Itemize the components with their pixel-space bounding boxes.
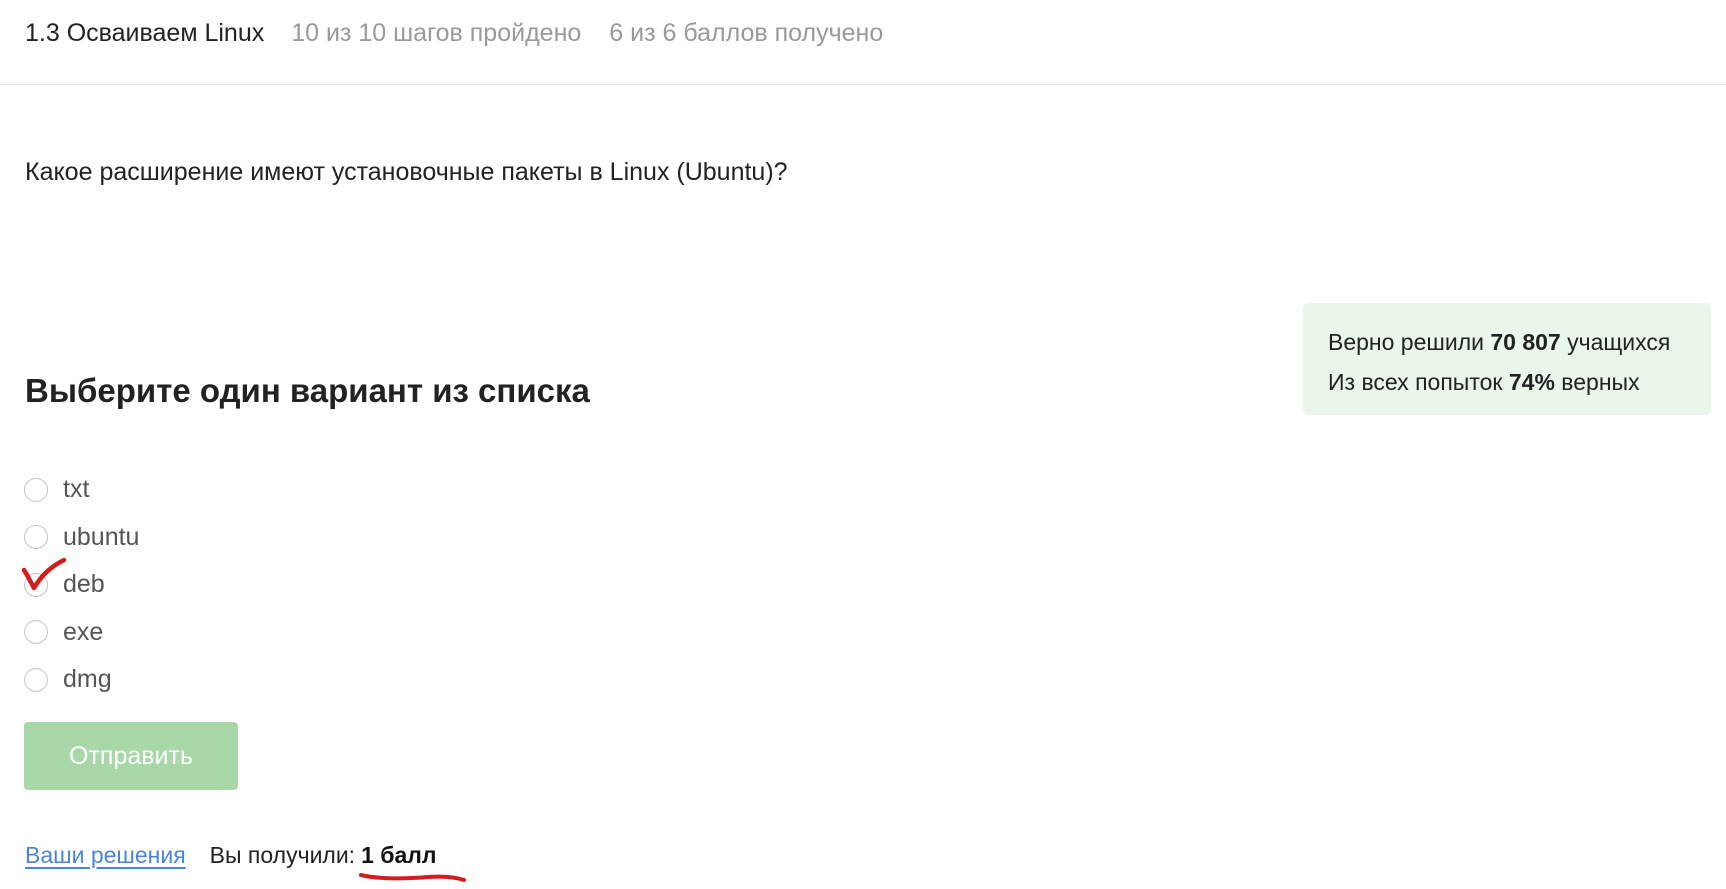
option-deb[interactable]: deb bbox=[24, 561, 139, 609]
underline-annotation-icon bbox=[359, 873, 466, 882]
submit-button[interactable]: Отправить bbox=[24, 722, 238, 790]
stats-card: Верно решили 70 807 учащихся Из всех поп… bbox=[1303, 303, 1711, 415]
result-label: Вы получили: bbox=[209, 842, 356, 868]
option-label: txt bbox=[63, 475, 90, 504]
quiz-heading: Выберите один вариант из списка bbox=[25, 372, 590, 409]
option-ubuntu[interactable]: ubuntu bbox=[24, 514, 139, 562]
solved-prefix: Верно решили bbox=[1328, 329, 1484, 355]
header-row: 1.3 Осваиваем Linux 10 из 10 шагов пройд… bbox=[25, 19, 883, 48]
attempts-percent: 74% bbox=[1508, 369, 1555, 395]
solved-stat: Верно решили 70 807 учащихся bbox=[1328, 322, 1711, 362]
option-label: dmg bbox=[63, 665, 112, 694]
your-solutions-link[interactable]: Ваши решения bbox=[25, 842, 186, 869]
option-label: exe bbox=[63, 617, 104, 646]
lesson-header: 1.3 Осваиваем Linux 10 из 10 шагов пройд… bbox=[0, 0, 1726, 85]
result-row: Ваши решения Вы получили: 1 балл bbox=[25, 842, 436, 869]
radio-button[interactable] bbox=[24, 477, 48, 502]
option-txt[interactable]: txt bbox=[24, 466, 139, 514]
attempts-prefix: Из всех попыток bbox=[1328, 369, 1503, 395]
options-list: txt ubuntu deb exe dmg bbox=[24, 466, 139, 704]
radio-button[interactable] bbox=[24, 620, 48, 645]
option-dmg[interactable]: dmg bbox=[24, 656, 139, 704]
solved-count: 70 807 bbox=[1490, 329, 1561, 355]
attempts-stat: Из всех попыток 74% верных bbox=[1328, 362, 1711, 402]
radio-button[interactable] bbox=[24, 572, 48, 597]
option-exe[interactable]: exe bbox=[24, 609, 139, 657]
result-value: 1 балл bbox=[361, 842, 437, 868]
attempts-suffix: верных bbox=[1561, 369, 1640, 395]
option-label: ubuntu bbox=[63, 522, 140, 551]
lesson-title: 1.3 Осваиваем Linux bbox=[25, 19, 265, 47]
solved-suffix: учащихся bbox=[1567, 329, 1671, 355]
question-text: Какое расширение имеют установочные паке… bbox=[25, 158, 788, 186]
option-label: deb bbox=[63, 570, 105, 599]
steps-progress: 10 из 10 шагов пройдено bbox=[291, 19, 582, 47]
radio-button[interactable] bbox=[24, 525, 48, 550]
radio-button[interactable] bbox=[24, 667, 48, 692]
score-progress: 6 из 6 баллов получено bbox=[609, 19, 884, 47]
